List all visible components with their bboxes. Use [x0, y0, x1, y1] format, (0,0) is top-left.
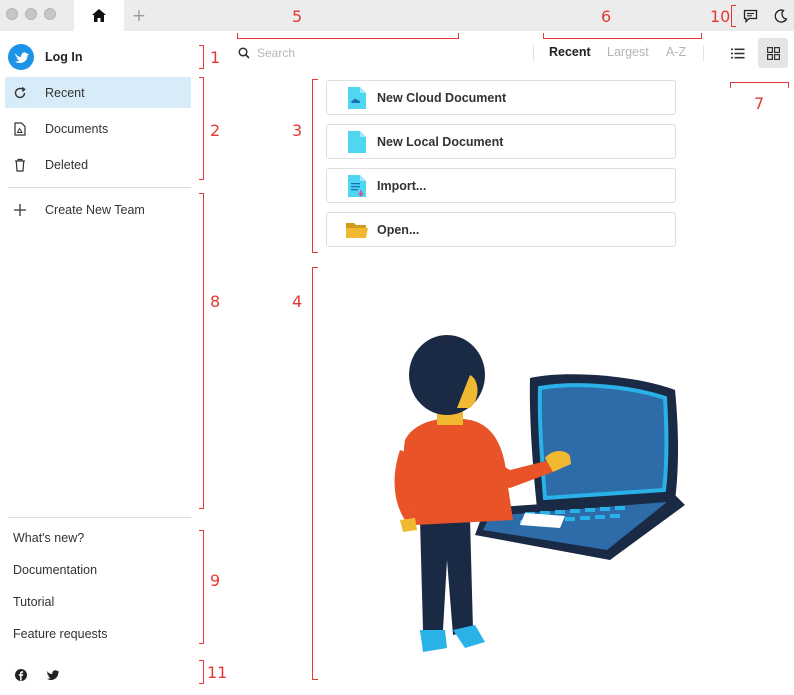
- card-label: Open...: [377, 222, 420, 237]
- create-team-button[interactable]: Create New Team: [5, 194, 191, 225]
- new-local-document-button[interactable]: New Local Document: [326, 124, 676, 159]
- annotation-5: 5: [292, 7, 303, 26]
- home-icon: [92, 9, 106, 22]
- plus-icon: [13, 203, 27, 217]
- bird-icon: [14, 51, 29, 63]
- annotation-11: 11: [207, 663, 228, 682]
- annotation-10: 10: [710, 7, 731, 26]
- feature-requests-link[interactable]: Feature requests: [13, 627, 108, 641]
- search-input[interactable]: [257, 44, 517, 62]
- comment-icon: [743, 9, 757, 23]
- whats-new-link[interactable]: What's new?: [13, 531, 84, 545]
- annotation-bracket: [237, 33, 459, 39]
- sort-recent-tab[interactable]: Recent: [549, 45, 591, 59]
- plus-icon: +: [131, 5, 147, 26]
- annotation-bracket: [312, 79, 318, 253]
- sidebar-item-label: Deleted: [45, 157, 89, 172]
- toolbar-divider: [533, 45, 534, 61]
- grid-icon: [766, 46, 780, 60]
- annotation-7: 7: [754, 94, 765, 113]
- login-button[interactable]: Log In: [8, 44, 83, 70]
- sidebar-item-recent[interactable]: Recent: [5, 77, 191, 108]
- local-document-icon: [346, 130, 368, 154]
- sidebar: Log In Recent Documents Deleted Create N…: [0, 31, 199, 695]
- new-cloud-document-button[interactable]: New Cloud Document: [326, 80, 676, 115]
- new-tab-button[interactable]: +: [128, 0, 150, 31]
- sidebar-divider: [8, 517, 191, 518]
- sidebar-divider: [8, 187, 191, 188]
- documentation-link[interactable]: Documentation: [13, 563, 97, 577]
- sidebar-item-label: Documents: [45, 121, 109, 136]
- zoom-window-button[interactable]: [44, 8, 56, 20]
- avatar: [8, 44, 34, 70]
- annotation-9: 9: [210, 571, 221, 590]
- list-view-button[interactable]: [723, 38, 753, 68]
- annotation-4: 4: [292, 292, 303, 311]
- create-team-label: Create New Team: [45, 202, 145, 217]
- tutorial-link[interactable]: Tutorial: [13, 595, 54, 609]
- feedback-button[interactable]: [738, 5, 762, 27]
- home-tab[interactable]: [74, 0, 124, 31]
- annotation-bracket: [731, 5, 736, 27]
- annotation-2: 2: [210, 121, 221, 140]
- facebook-icon[interactable]: [14, 668, 28, 682]
- title-bar: +: [0, 0, 794, 31]
- annotation-8: 8: [210, 292, 221, 311]
- card-label: New Local Document: [377, 134, 504, 149]
- sidebar-item-label: Recent: [45, 85, 85, 100]
- import-button[interactable]: Import...: [326, 168, 676, 203]
- cloud-document-icon: [346, 86, 368, 110]
- annotation-bracket: [312, 267, 318, 680]
- search-icon: [238, 47, 250, 59]
- card-label: New Cloud Document: [377, 90, 507, 105]
- toolbar-divider: [703, 45, 704, 61]
- moon-icon: [774, 9, 788, 23]
- dark-mode-toggle[interactable]: [769, 5, 793, 27]
- sort-largest-tab[interactable]: Largest: [607, 45, 649, 59]
- annotation-bracket: [199, 77, 204, 180]
- sort-az-tab[interactable]: A-Z: [666, 45, 686, 59]
- sidebar-item-deleted[interactable]: Deleted: [5, 149, 191, 180]
- close-window-button[interactable]: [6, 8, 18, 20]
- list-icon: [731, 48, 745, 58]
- sidebar-item-documents[interactable]: Documents: [5, 113, 191, 144]
- annotation-1: 1: [210, 48, 221, 67]
- annotation-3: 3: [292, 121, 303, 140]
- annotation-bracket: [730, 82, 789, 88]
- annotation-bracket: [199, 660, 204, 684]
- twitter-icon[interactable]: [46, 668, 60, 682]
- person-laptop-illustration: [394, 335, 685, 652]
- annotation-bracket: [199, 530, 204, 644]
- annotation-bracket: [543, 33, 702, 39]
- grid-view-button[interactable]: [758, 38, 788, 68]
- minimize-window-button[interactable]: [25, 8, 37, 20]
- document-icon: [13, 121, 27, 136]
- folder-icon: [346, 218, 368, 242]
- refresh-icon: [13, 86, 27, 100]
- annotation-bracket: [199, 45, 204, 69]
- import-icon: [346, 174, 368, 198]
- card-label: Import...: [377, 178, 427, 193]
- annotation-bracket: [199, 193, 204, 509]
- login-label: Log In: [45, 50, 83, 64]
- trash-icon: [13, 158, 27, 172]
- open-button[interactable]: Open...: [326, 212, 676, 247]
- annotation-6: 6: [601, 7, 612, 26]
